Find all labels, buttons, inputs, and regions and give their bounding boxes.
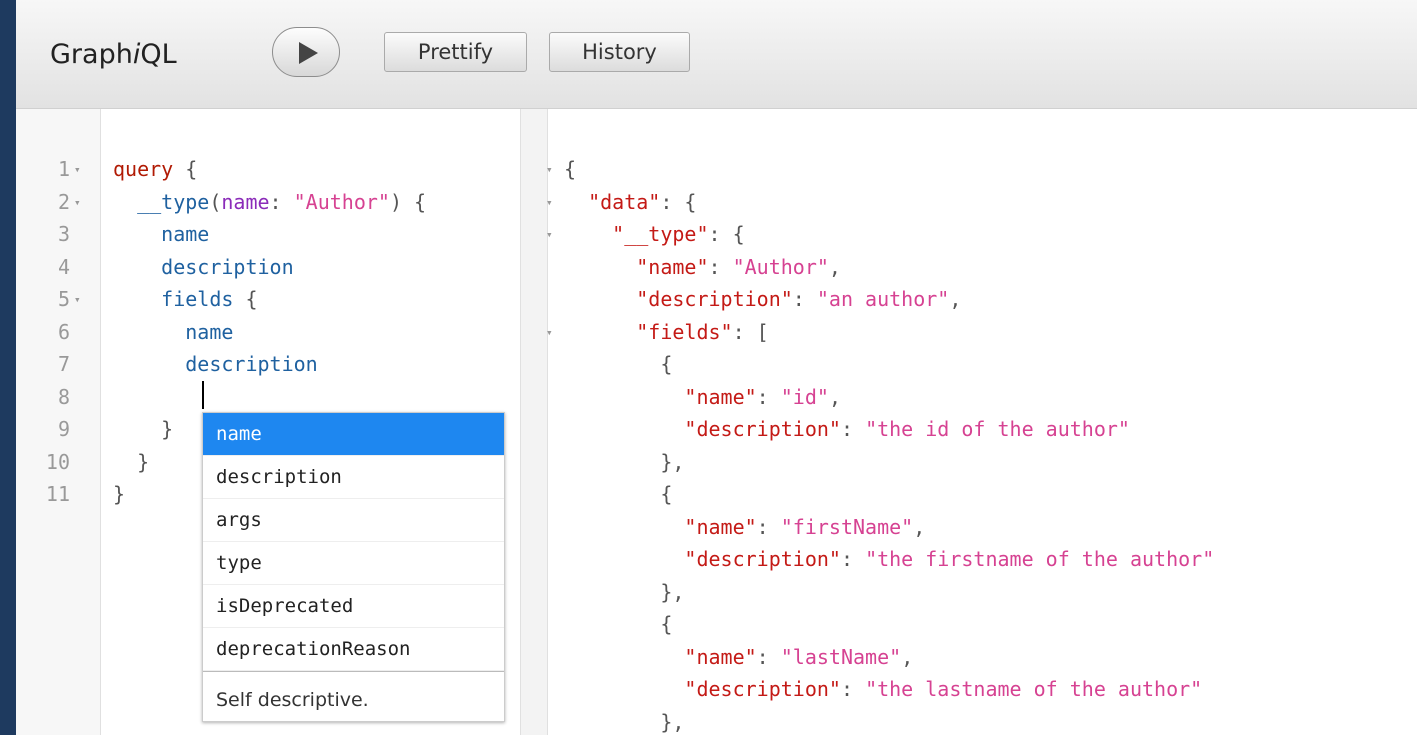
result-line: "fields": [ (636, 319, 769, 344)
fold-arrow-icon[interactable]: ▾ (546, 154, 553, 186)
result-line: "name": "Author", (636, 254, 841, 279)
editor-result-divider[interactable] (520, 109, 548, 735)
code-token: name (221, 189, 270, 214)
code-token: name (113, 319, 234, 344)
result-line: "name": "lastName", (684, 644, 914, 669)
autocomplete-item[interactable]: name (203, 413, 504, 456)
result-line: "name": "firstName", (684, 514, 926, 539)
result-line: { (564, 482, 673, 506)
result-line: "__type": { (612, 222, 745, 246)
result-line: { (564, 352, 673, 376)
fold-arrow-icon[interactable]: ▾ (546, 317, 553, 349)
autocomplete-item[interactable]: isDeprecated (203, 585, 504, 628)
line-number: 11 (45, 482, 70, 506)
autocomplete-dropdown[interactable]: name description args type isDeprecated … (202, 412, 505, 722)
line-number: 10 (45, 449, 70, 474)
fold-arrow-icon[interactable]: ▾ (546, 219, 553, 251)
code-token: __type (113, 189, 210, 214)
graphiql-window: GraphiQL Prettify History 1 ▾ query {2 ▾ __… (16, 0, 1417, 735)
line-number: 1 (57, 157, 70, 181)
autocomplete-item[interactable]: deprecationReason (203, 628, 504, 671)
result-line: "description": "the id of the author" (684, 417, 1130, 441)
line-number: 8 (57, 384, 70, 409)
code-token: description (113, 254, 294, 279)
code-token: description (113, 352, 318, 376)
query-line: name (113, 316, 233, 348)
fold-arrow-icon[interactable]: ▾ (74, 187, 81, 219)
code-token: ) { (389, 189, 427, 214)
line-number: 3 (57, 222, 70, 246)
code-token: fields (113, 287, 234, 311)
query-line: name (113, 218, 209, 250)
autocomplete-item[interactable]: description (203, 456, 504, 499)
result-line: { (564, 157, 577, 181)
code-token: } (113, 449, 150, 474)
code-token: query (113, 157, 174, 181)
query-line: __type(name: "Author") { (113, 186, 426, 218)
query-line: fields { (113, 283, 258, 315)
fold-arrow-icon[interactable]: ▾ (74, 154, 81, 186)
fold-arrow-icon[interactable]: ▾ (74, 284, 81, 316)
result-line: "description": "the lastname of the auth… (684, 677, 1203, 701)
line-number: 6 (57, 319, 70, 344)
fold-arrow-icon[interactable]: ▾ (546, 187, 553, 219)
autocomplete-item[interactable]: args (203, 499, 504, 542)
result-line: "name": "id", (684, 384, 841, 409)
result-line: }, (564, 579, 685, 604)
code-token: { (173, 157, 198, 181)
result-line: "description": "the firstname of the aut… (684, 547, 1215, 571)
text-cursor (202, 381, 204, 409)
line-number: 2 (57, 189, 70, 214)
autocomplete-item[interactable]: type (203, 542, 504, 585)
result-line: }, (564, 449, 685, 474)
code-token: } (113, 417, 174, 441)
query-line: description (113, 251, 294, 283)
query-line: query { (113, 153, 197, 185)
result-line: "description": "an author", (636, 287, 962, 311)
code-token: ( (209, 189, 222, 214)
code-token: : (269, 189, 294, 214)
result-viewer: ▾ { ▾ "data": { ▾ "__type": { "name": "Auth… (546, 0, 1417, 735)
line-number: 7 (57, 352, 70, 376)
result-line: "data": { (588, 189, 697, 214)
autocomplete-description: Self descriptive. (203, 671, 504, 721)
query-line: } (113, 413, 173, 445)
result-line: { (564, 612, 673, 636)
line-number: 5 (57, 287, 70, 311)
query-line: } (113, 446, 149, 478)
line-number: 9 (57, 417, 70, 441)
code-token: "Author" (293, 189, 390, 214)
result-line: }, (564, 709, 685, 734)
line-number: 4 (57, 254, 70, 279)
query-line: description (113, 348, 318, 380)
code-token: { (233, 287, 258, 311)
code-token: name (113, 222, 210, 246)
code-token: } (113, 482, 126, 506)
query-line: } (113, 478, 125, 510)
